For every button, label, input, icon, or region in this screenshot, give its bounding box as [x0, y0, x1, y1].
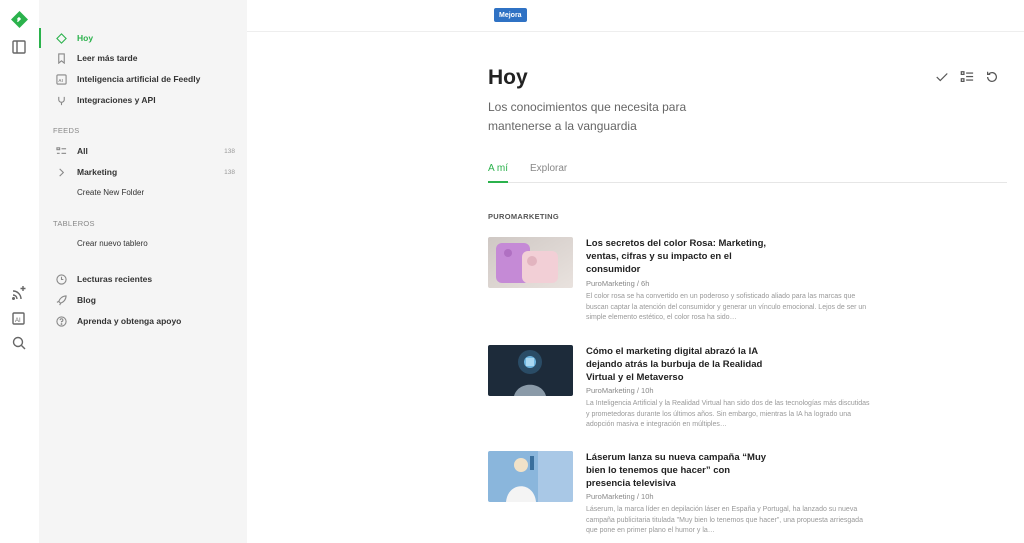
- unread-count: 138: [224, 168, 235, 176]
- clock-icon: [53, 273, 69, 285]
- feed-item-marketing[interactable]: Marketing 138: [39, 162, 247, 182]
- nav-item-recent-reads[interactable]: Lecturas recientes: [39, 269, 247, 289]
- top-bar: [247, 0, 1024, 32]
- create-board-link[interactable]: Crear nuevo tablero: [39, 233, 247, 253]
- tab-bar: A mí Explorar: [488, 160, 1007, 183]
- article-thumbnail: [488, 237, 573, 288]
- feed-item-all[interactable]: All 138: [39, 141, 247, 161]
- article-thumbnail: [488, 451, 573, 502]
- tab-explore[interactable]: Explorar: [530, 163, 567, 183]
- feed-label: All: [77, 146, 88, 156]
- article-title[interactable]: Cómo el marketing digital abrazó la IA d…: [586, 345, 771, 384]
- svg-text:AI: AI: [15, 318, 21, 324]
- article-summary: Láserum, la marca líder en depilación lá…: [586, 506, 863, 534]
- create-folder-link[interactable]: Create New Folder: [39, 182, 247, 202]
- nav-label: Leer más tarde: [77, 53, 138, 63]
- nav-label: Inteligencia artificial de Feedly: [77, 74, 201, 84]
- feedly-logo-icon[interactable]: [10, 10, 28, 28]
- article-thumbnail: [488, 345, 573, 396]
- article-summary: El color rosa se ha convertido en un pod…: [586, 293, 867, 321]
- ai-feed-icon[interactable]: AI: [10, 309, 28, 327]
- article-meta: PuroMarketing / 10h: [586, 492, 654, 501]
- bookmark-icon: [53, 52, 69, 64]
- nav-label: Aprenda y obtenga apoyo: [77, 316, 182, 326]
- tab-for-me[interactable]: A mí: [488, 163, 509, 183]
- nav-item-integrations[interactable]: Integraciones y API: [39, 90, 247, 110]
- rocket-icon: [53, 294, 69, 306]
- source-header: PUROMARKETING: [488, 212, 559, 221]
- ai-icon: AI: [53, 73, 69, 85]
- article-title[interactable]: Los secretos del color Rosa: Marketing, …: [586, 237, 771, 276]
- sidebar-toggle-icon[interactable]: [10, 38, 28, 56]
- feed-label: Marketing: [77, 167, 118, 177]
- page-title: Hoy: [488, 66, 528, 89]
- nav-item-help[interactable]: Aprenda y obtenga apoyo: [39, 311, 247, 331]
- page-actions: [935, 70, 999, 89]
- nav-item-feedly-ai[interactable]: AI Inteligencia artificial de Feedly: [39, 69, 247, 89]
- icon-rail: AI: [0, 0, 39, 543]
- nav-label: Blog: [77, 295, 96, 305]
- sidebar: Hoy Leer más tarde AI Inteligencia artif…: [39, 0, 247, 543]
- unread-count: 138: [224, 147, 235, 155]
- svg-text:AI: AI: [58, 77, 63, 82]
- list-icon: [53, 146, 69, 157]
- upgrade-badge[interactable]: Mejora: [494, 8, 527, 22]
- article-meta: PuroMarketing / 10h: [586, 386, 654, 395]
- refresh-icon[interactable]: [985, 70, 999, 89]
- article-summary: La Inteligencia Artificial y la Realidad…: [586, 400, 870, 428]
- feeds-section-header: FEEDS: [53, 126, 80, 135]
- today-icon: [53, 32, 69, 44]
- nav-item-today[interactable]: Hoy: [39, 28, 247, 48]
- help-icon: [53, 315, 69, 327]
- nav-label: Lecturas recientes: [77, 274, 153, 284]
- page-subtitle: Los conocimientos que necesita para mant…: [488, 100, 687, 133]
- search-icon[interactable]: [10, 334, 28, 352]
- article-meta: PuroMarketing / 6h: [586, 279, 650, 288]
- nav-label: Integraciones y API: [77, 95, 156, 105]
- check-icon[interactable]: [935, 70, 949, 89]
- chevron-right-icon[interactable]: [53, 167, 69, 178]
- nav-item-read-later[interactable]: Leer más tarde: [39, 48, 247, 68]
- nav-label: Hoy: [77, 33, 94, 43]
- list-view-icon[interactable]: [960, 70, 974, 89]
- add-feed-icon[interactable]: [10, 284, 28, 302]
- nav-item-blog[interactable]: Blog: [39, 290, 247, 310]
- boards-section-header: TABLEROS: [53, 219, 95, 228]
- plug-icon: [53, 95, 69, 106]
- article-title[interactable]: Láserum lanza su nueva campaña “Muy bien…: [586, 451, 771, 490]
